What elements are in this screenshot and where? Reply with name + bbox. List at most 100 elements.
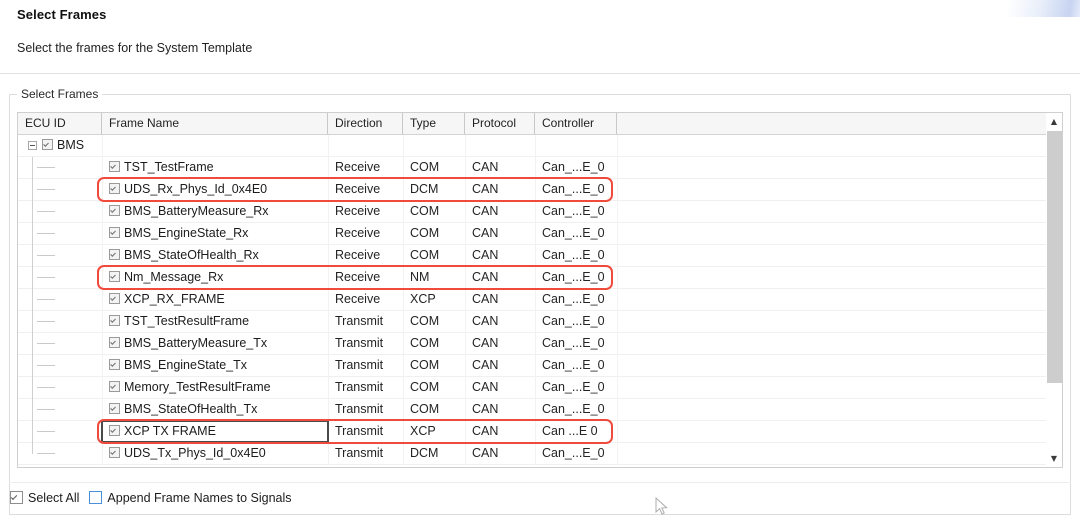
frame-name-cell[interactable]: TST_TestResultFrame <box>109 311 326 332</box>
direction-cell[interactable]: Receive <box>335 289 401 310</box>
frame-name-cell[interactable]: BMS_EngineState_Tx <box>109 355 326 376</box>
controller-cell[interactable]: Can_...E_0 <box>542 377 615 398</box>
type-cell[interactable]: NM <box>410 267 463 288</box>
scrollbar-thumb[interactable] <box>1047 131 1062 383</box>
controller-cell[interactable]: Can_...E_0 <box>542 267 615 288</box>
frame-name-cell[interactable]: UDS_Tx_Phys_Id_0x4E0 <box>109 443 326 464</box>
direction-cell[interactable]: Transmit <box>335 311 401 332</box>
protocol-cell[interactable]: CAN <box>472 289 533 310</box>
column-header-ecu_id[interactable]: ECU ID <box>18 113 102 134</box>
column-header-frame_name[interactable]: Frame Name <box>102 113 328 134</box>
table-body[interactable]: BMS TST_TestFrame Receive COM CAN Can_...E_0 U… <box>18 135 1062 467</box>
protocol-cell[interactable]: CAN <box>472 223 533 244</box>
type-cell[interactable]: COM <box>410 245 463 266</box>
checkbox-icon[interactable] <box>109 183 120 194</box>
frame-name-cell[interactable]: XCP_RX_FRAME <box>109 289 326 310</box>
direction-cell[interactable]: Transmit <box>335 399 401 420</box>
frame-name-cell[interactable]: Memory_TestResultFrame <box>109 377 326 398</box>
direction-cell[interactable]: Receive <box>335 179 401 200</box>
direction-cell[interactable]: Receive <box>335 267 401 288</box>
checkbox-icon[interactable] <box>109 271 120 282</box>
column-header-direction[interactable]: Direction <box>328 113 403 134</box>
direction-cell[interactable]: Transmit <box>335 377 401 398</box>
type-cell[interactable]: COM <box>410 377 463 398</box>
protocol-cell[interactable]: CAN <box>472 377 533 398</box>
tree-root-cell[interactable]: BMS <box>42 135 102 156</box>
direction-cell[interactable]: Receive <box>335 157 401 178</box>
table-row[interactable]: BMS_EngineState_Tx Transmit COM CAN Can_...E… <box>18 355 1062 377</box>
frame-name-cell[interactable]: XCP TX FRAME <box>109 421 326 442</box>
table-row[interactable]: XCP TX FRAME Transmit XCP CAN Can ...E 0 <box>18 421 1062 443</box>
protocol-cell[interactable]: CAN <box>472 399 533 420</box>
type-cell[interactable]: COM <box>410 399 463 420</box>
scroll-down-arrow-icon[interactable]: ▼ <box>1046 450 1062 467</box>
table-row[interactable]: BMS_StateOfHealth_Tx Transmit COM CAN Can_..… <box>18 399 1062 421</box>
type-cell[interactable]: COM <box>410 355 463 376</box>
type-cell[interactable]: DCM <box>410 179 463 200</box>
column-header-filler[interactable] <box>617 113 1061 134</box>
checkbox-icon[interactable] <box>109 293 120 304</box>
protocol-cell[interactable]: CAN <box>472 179 533 200</box>
checkbox-icon[interactable] <box>109 359 120 370</box>
controller-cell[interactable]: Can_...E_0 <box>542 289 615 310</box>
checkbox-icon[interactable] <box>89 491 103 504</box>
controller-cell[interactable]: Can_...E_0 <box>542 311 615 332</box>
type-cell[interactable]: XCP <box>410 289 463 310</box>
direction-cell[interactable]: Receive <box>335 201 401 222</box>
controller-cell[interactable]: Can ...E 0 <box>542 421 615 442</box>
frame-name-cell[interactable]: BMS_EngineState_Rx <box>109 223 326 244</box>
checkbox-icon[interactable] <box>109 315 120 326</box>
frame-name-cell[interactable]: BMS_BatteryMeasure_Tx <box>109 333 326 354</box>
checkbox-icon[interactable] <box>109 425 120 436</box>
table-row[interactable]: BMS_BatteryMeasure_Tx Transmit COM CAN Can_.… <box>18 333 1062 355</box>
frame-name-cell[interactable]: BMS_StateOfHealth_Tx <box>109 399 326 420</box>
protocol-cell[interactable]: CAN <box>472 311 533 332</box>
direction-cell[interactable]: Transmit <box>335 421 401 442</box>
controller-cell[interactable]: Can_...E_0 <box>542 179 615 200</box>
checkbox-icon[interactable] <box>109 161 120 172</box>
frame-name-cell[interactable]: Nm_Message_Rx <box>109 267 326 288</box>
table-row[interactable]: TST_TestFrame Receive COM CAN Can_...E_0 <box>18 157 1062 179</box>
protocol-cell[interactable]: CAN <box>472 421 533 442</box>
protocol-cell[interactable]: CAN <box>472 245 533 266</box>
protocol-cell[interactable]: CAN <box>472 355 533 376</box>
type-cell[interactable]: COM <box>410 311 463 332</box>
checkbox-icon[interactable] <box>109 337 120 348</box>
type-cell[interactable]: DCM <box>410 443 463 464</box>
table-row[interactable]: UDS_Tx_Phys_Id_0x4E0 Transmit DCM CAN Can_..… <box>18 443 1062 465</box>
frames-tree-table[interactable]: ECU ID Frame Name Direction Type Protocol Con… <box>17 112 1062 468</box>
checkbox-icon[interactable] <box>42 139 53 150</box>
protocol-cell[interactable]: CAN <box>472 443 533 464</box>
option-select-all[interactable]: Select All <box>10 489 79 507</box>
column-header-protocol[interactable]: Protocol <box>465 113 535 134</box>
table-row[interactable]: Nm_Message_Rx Receive NM CAN Can_...E_0 <box>18 267 1062 289</box>
direction-cell[interactable]: Receive <box>335 245 401 266</box>
protocol-cell[interactable]: CAN <box>472 333 533 354</box>
column-header-type[interactable]: Type <box>403 113 465 134</box>
checkbox-icon[interactable] <box>109 249 120 260</box>
type-cell[interactable]: COM <box>410 157 463 178</box>
type-cell[interactable]: COM <box>410 201 463 222</box>
type-cell[interactable]: COM <box>410 333 463 354</box>
table-header-row[interactable]: ECU ID Frame Name Direction Type Protocol Con… <box>18 113 1062 135</box>
table-row[interactable]: Memory_TestResultFrame Transmit COM CAN Can_… <box>18 377 1062 399</box>
controller-cell[interactable]: Can_...E_0 <box>542 245 615 266</box>
checkbox-icon[interactable] <box>109 381 120 392</box>
direction-cell[interactable]: Transmit <box>335 333 401 354</box>
table-row[interactable]: BMS_BatteryMeasure_Rx Receive COM CAN Can_..… <box>18 201 1062 223</box>
controller-cell[interactable]: Can_...E_0 <box>542 201 615 222</box>
type-cell[interactable]: COM <box>410 223 463 244</box>
frame-name-cell[interactable]: UDS_Rx_Phys_Id_0x4E0 <box>109 179 326 200</box>
vertical-scrollbar[interactable]: ▲ ▼ <box>1046 112 1063 468</box>
table-row[interactable]: BMS_EngineState_Rx Receive COM CAN Can_...E_… <box>18 223 1062 245</box>
frame-name-cell[interactable]: BMS_BatteryMeasure_Rx <box>109 201 326 222</box>
direction-cell[interactable]: Receive <box>335 223 401 244</box>
controller-cell[interactable]: Can_...E_0 <box>542 333 615 354</box>
table-row[interactable]: BMS_StateOfHealth_Rx Receive COM CAN Can_...… <box>18 245 1062 267</box>
controller-cell[interactable]: Can_...E_0 <box>542 443 615 464</box>
type-cell[interactable]: XCP <box>410 421 463 442</box>
protocol-cell[interactable]: CAN <box>472 201 533 222</box>
controller-cell[interactable]: Can_...E_0 <box>542 223 615 244</box>
scroll-up-arrow-icon[interactable]: ▲ <box>1046 113 1062 130</box>
tree-root-row[interactable]: BMS <box>18 135 1062 157</box>
